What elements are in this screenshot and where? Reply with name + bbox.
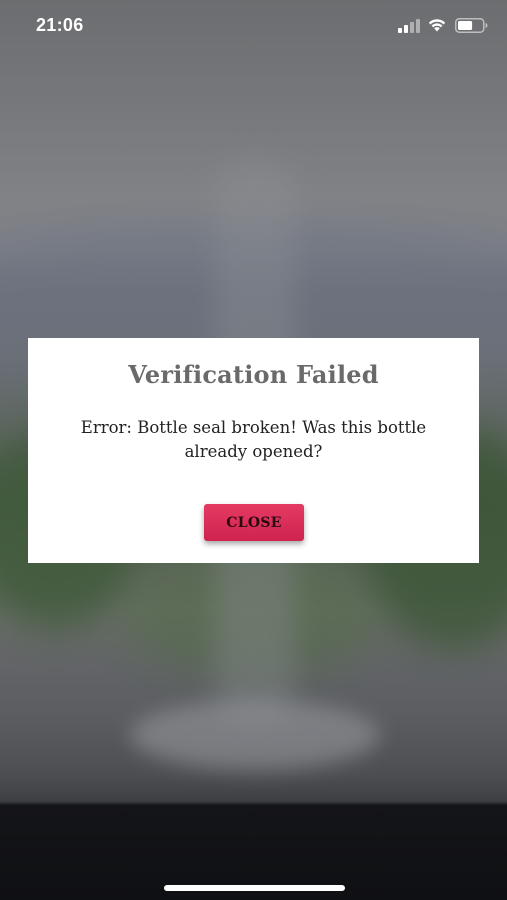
home-indicator[interactable] [164,885,345,891]
dialog-title: Verification Failed [128,360,379,389]
status-bar: 21:06 [0,0,507,52]
close-button[interactable]: CLOSE [204,504,304,541]
status-time: 21:06 [36,15,84,35]
battery-icon [455,18,488,33]
signal-icon [398,19,420,33]
verification-failed-dialog: Verification Failed Error: Bottle seal b… [28,338,479,563]
wifi-icon [428,19,446,32]
dialog-message: Error: Bottle seal broken! Was this bott… [80,418,427,461]
background-glass-base [130,700,380,770]
